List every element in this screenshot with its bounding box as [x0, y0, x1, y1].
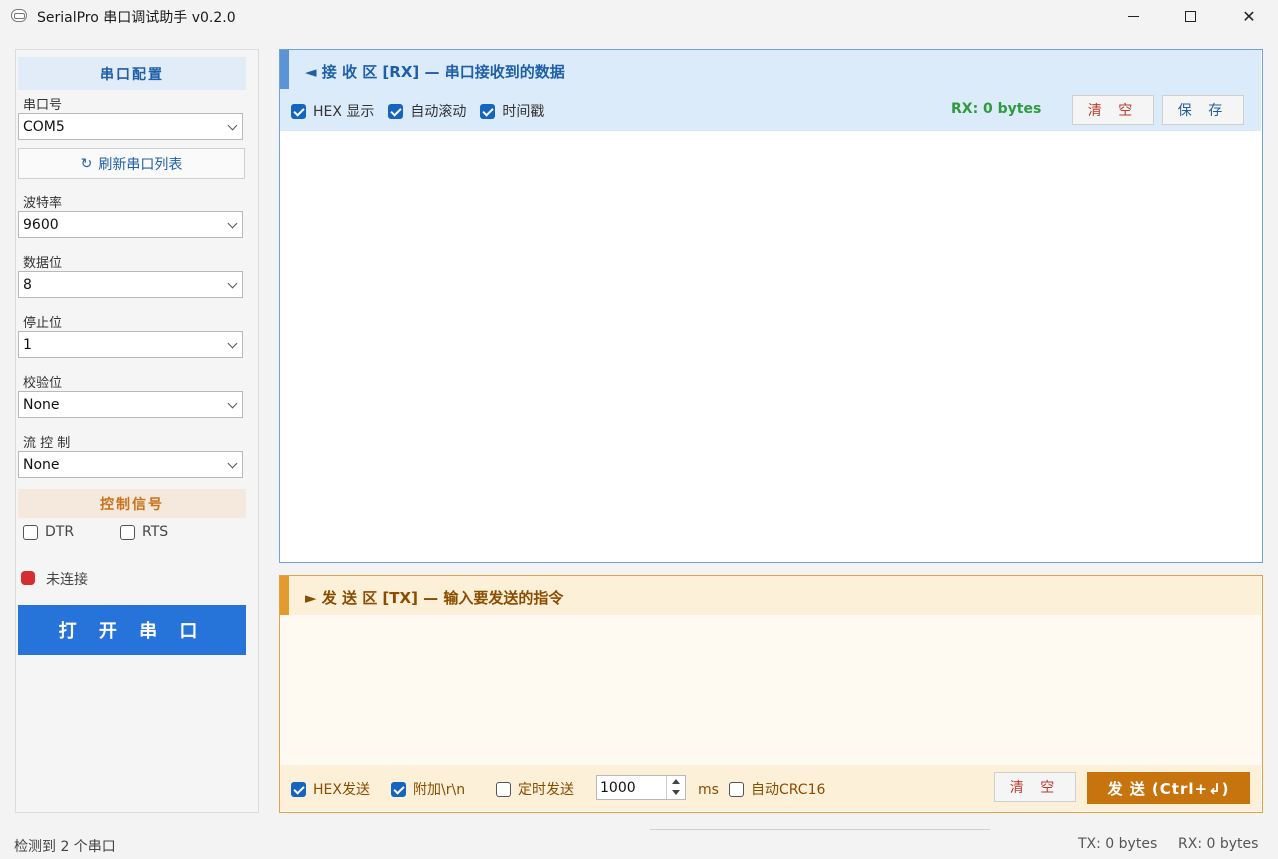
tx-panel: ► 发 送 区 [TX] — 输入要发送的指令 HEX发送 附加\r\n 定时发… — [279, 575, 1263, 813]
tx-clear-button[interactable]: 清 空 — [994, 772, 1076, 802]
chevron-down-icon — [227, 218, 238, 229]
minimize-button[interactable] — [1104, 0, 1162, 32]
timed-send-label: 定时发送 — [518, 782, 574, 798]
close-button[interactable]: ✕ — [1220, 0, 1278, 32]
rx-save-button[interactable]: 保 存 — [1162, 95, 1244, 125]
rx-accent-bar — [280, 50, 289, 89]
auto-crc-option[interactable]: 自动CRC16 — [729, 779, 825, 799]
rx-panel: ◄ 接 收 区 [RX] — 串口接收到的数据 HEX 显示 自动滚动 时间戳 … — [279, 49, 1263, 563]
databits-select[interactable]: 8 — [18, 271, 243, 298]
chevron-down-icon — [227, 398, 238, 409]
flow-value: None — [23, 456, 60, 473]
hex-send-label: HEX发送 — [313, 782, 370, 798]
hex-display-checkbox[interactable] — [291, 103, 306, 119]
interval-spinbox[interactable]: 1000 — [596, 775, 686, 800]
rx-header: ◄ 接 收 区 [RX] — 串口接收到的数据 HEX 显示 自动滚动 时间戳 … — [280, 50, 1261, 131]
baud-value: 9600 — [23, 216, 59, 233]
connection-status: 未连接 — [46, 572, 88, 588]
dtr-check-box[interactable] — [23, 524, 38, 540]
maximize-button[interactable] — [1161, 0, 1219, 32]
auto-scroll-checkbox[interactable] — [388, 103, 404, 119]
append-crlf-option[interactable]: 附加\r\n — [391, 779, 465, 799]
tx-options-bar: HEX发送 附加\r\n 定时发送 1000 ms 自动CRC16 清 空 发 … — [280, 765, 1261, 811]
control-signal-title: 控制信号 — [18, 489, 246, 518]
timestamp-checkbox[interactable] — [480, 103, 496, 119]
tx-header: ► 发 送 区 [TX] — 输入要发送的指令 — [280, 576, 1261, 615]
auto-scroll-option[interactable]: 自动滚动 — [388, 101, 466, 121]
minimize-icon — [1127, 15, 1139, 17]
tx-accent-bar — [280, 576, 289, 615]
hex-send-checkbox[interactable] — [291, 781, 306, 797]
status-divider — [650, 829, 990, 830]
title-bar: SerialPro 串口调试助手 v0.2.0 ✕ — [0, 0, 1278, 32]
flow-label: 流 控 制 — [23, 436, 71, 451]
rx-total-count: RX: 0 bytes — [1178, 836, 1259, 852]
stopbits-value: 1 — [23, 336, 32, 353]
stopbits-label: 停止位 — [23, 316, 63, 331]
close-icon: ✕ — [1242, 6, 1256, 26]
baud-select[interactable]: 9600 — [18, 211, 243, 238]
baud-label: 波特率 — [23, 196, 63, 211]
spin-down-icon[interactable] — [672, 790, 680, 795]
timestamp-label: 时间戳 — [502, 104, 545, 120]
rts-checkbox[interactable]: RTS — [120, 524, 168, 540]
chevron-down-icon — [227, 338, 238, 349]
send-button[interactable]: 发 送 (Ctrl+↲) — [1087, 772, 1250, 804]
hex-display-option[interactable]: HEX 显示 — [291, 101, 374, 121]
spin-arrows[interactable] — [666, 776, 685, 799]
chevron-down-icon — [227, 120, 238, 131]
parity-label: 校验位 — [23, 376, 63, 391]
dtr-checkbox[interactable]: DTR — [23, 524, 74, 540]
append-crlf-checkbox[interactable] — [391, 781, 406, 797]
timed-send-checkbox[interactable] — [496, 781, 511, 797]
port-select[interactable]: COM5 — [18, 113, 243, 140]
parity-value: None — [23, 396, 60, 413]
timestamp-option[interactable]: 时间戳 — [480, 101, 544, 121]
refresh-icon: ↻ — [80, 155, 93, 172]
dtr-label: DTR — [45, 524, 75, 540]
rx-output-area[interactable] — [280, 131, 1261, 561]
port-config-panel: 串口配置 串口号 COM5 ↻ 刷新串口列表 波特率 9600 数据位 8 停止… — [15, 49, 259, 813]
interval-unit: ms — [698, 782, 719, 798]
flow-select[interactable]: None — [18, 451, 243, 478]
open-port-button[interactable]: 打 开 串 口 — [18, 605, 246, 655]
auto-scroll-label: 自动滚动 — [410, 104, 467, 120]
maximize-icon — [1184, 10, 1196, 22]
status-indicator-icon — [21, 571, 35, 585]
timed-send-option[interactable]: 定时发送 — [496, 779, 574, 799]
parity-select[interactable]: None — [18, 391, 243, 418]
interval-value: 1000 — [600, 779, 636, 796]
app-serial-icon — [11, 9, 27, 22]
spin-up-icon[interactable] — [672, 779, 680, 784]
tx-input-area[interactable] — [280, 615, 1261, 765]
auto-crc-checkbox[interactable] — [729, 781, 744, 797]
tx-title: ► 发 送 区 [TX] — 输入要发送的指令 — [305, 589, 564, 607]
rts-label: RTS — [142, 524, 169, 540]
databits-value: 8 — [23, 276, 32, 293]
rx-byte-count: RX: 0 bytes — [951, 101, 1042, 117]
port-config-title: 串口配置 — [18, 57, 246, 90]
rx-clear-button[interactable]: 清 空 — [1072, 95, 1154, 125]
chevron-down-icon — [227, 458, 238, 469]
tx-total-count: TX: 0 bytes — [1078, 836, 1158, 852]
hex-display-label: HEX 显示 — [313, 104, 375, 120]
port-value: COM5 — [23, 118, 65, 135]
stopbits-select[interactable]: 1 — [18, 331, 243, 358]
port-label: 串口号 — [23, 98, 63, 113]
detected-ports-text: 检测到 2 个串口 — [14, 839, 116, 855]
chevron-down-icon — [227, 278, 238, 289]
rx-options: HEX 显示 自动滚动 时间戳 — [291, 101, 544, 121]
refresh-label: 刷新串口列表 — [98, 156, 183, 173]
window-title: SerialPro 串口调试助手 v0.2.0 — [37, 10, 236, 26]
append-crlf-label: 附加\r\n — [413, 782, 466, 798]
rx-title: ◄ 接 收 区 [RX] — 串口接收到的数据 — [305, 63, 565, 81]
rts-check-box[interactable] — [120, 524, 135, 540]
auto-crc-label: 自动CRC16 — [751, 782, 826, 798]
status-bar: 检测到 2 个串口 TX: 0 bytes RX: 0 bytes — [0, 829, 1278, 859]
databits-label: 数据位 — [23, 256, 63, 271]
refresh-ports-button[interactable]: ↻ 刷新串口列表 — [18, 148, 245, 179]
hex-send-option[interactable]: HEX发送 — [291, 779, 370, 799]
